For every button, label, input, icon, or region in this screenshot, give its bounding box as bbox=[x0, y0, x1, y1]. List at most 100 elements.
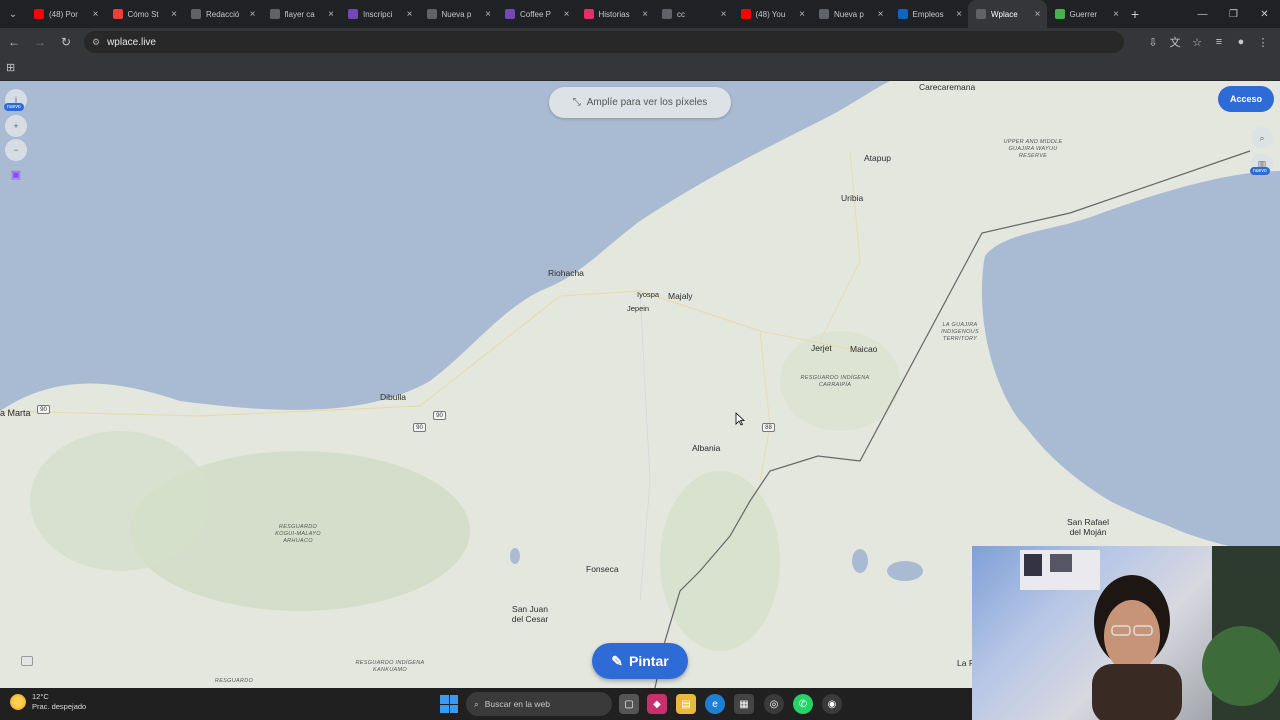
leaderboard-button[interactable]: ▥ nuevo bbox=[1250, 153, 1273, 175]
edge-icon[interactable]: e bbox=[705, 694, 725, 714]
media-control-icon[interactable]: ≡ bbox=[1208, 31, 1230, 53]
browser-toolbar: ← → ↻ ⚙ wplace.live ⇩ 文 ☆ ≡ ● ⋮ bbox=[0, 28, 1280, 56]
close-tab-icon[interactable]: × bbox=[1113, 9, 1119, 20]
close-tab-icon[interactable]: × bbox=[250, 9, 256, 20]
login-button[interactable]: Acceso bbox=[1218, 86, 1274, 112]
windows-start-icon[interactable] bbox=[440, 695, 458, 713]
browser-tab[interactable]: cc × bbox=[654, 0, 733, 28]
close-tab-icon[interactable]: × bbox=[799, 9, 805, 20]
forward-arrow-icon[interactable]: → bbox=[28, 30, 52, 54]
map-label-fonseca: Fonseca bbox=[586, 564, 619, 574]
file-explorer-icon[interactable]: ▤ bbox=[676, 694, 696, 714]
map-label-reserve-territory: LA GUAJIRA INDIGENOUS TERRITORY bbox=[941, 322, 979, 342]
zoom-hint-pill[interactable]: ⤡ Amplíe para ver los píxeles bbox=[549, 87, 731, 118]
tab-title: Historias bbox=[598, 9, 630, 19]
taskbar-search[interactable]: ⌕ Buscar en la web bbox=[466, 692, 612, 716]
left-toolbar: i nuevo + − ▣ bbox=[4, 89, 27, 187]
weather-widget[interactable]: 12°C Prac. despejado bbox=[10, 692, 86, 712]
close-tab-icon[interactable]: × bbox=[485, 9, 491, 20]
translate-icon[interactable]: 文 bbox=[1164, 31, 1186, 53]
search-location-button[interactable]: ⌕ bbox=[1251, 127, 1273, 149]
browser-tab[interactable]: Redacció × bbox=[183, 0, 262, 28]
map-attribution-icon[interactable] bbox=[21, 656, 33, 666]
browser-tab[interactable]: Coffee P × bbox=[497, 0, 576, 28]
twitch-button[interactable]: ▣ bbox=[5, 163, 27, 185]
more-menu-icon[interactable]: ⋮ bbox=[1252, 31, 1274, 53]
browser-tab[interactable]: Wplace × bbox=[968, 0, 1047, 28]
map-label-reserve-carraipia: RESGUARDO INDÍGENA CARRAIPÍA bbox=[800, 375, 870, 388]
forms-icon bbox=[348, 9, 358, 19]
close-tab-icon[interactable]: × bbox=[642, 9, 648, 20]
copilot-icon[interactable]: ◆ bbox=[647, 694, 667, 714]
google-icon bbox=[269, 9, 280, 19]
close-tab-icon[interactable]: × bbox=[93, 9, 99, 20]
map-label-albania: Albania bbox=[692, 443, 721, 453]
reload-icon[interactable]: ↻ bbox=[54, 30, 78, 54]
browser-tab[interactable]: Inscripci × bbox=[340, 0, 419, 28]
install-app-icon[interactable]: ⇩ bbox=[1142, 31, 1164, 53]
webcam-overlay bbox=[972, 546, 1280, 720]
browser-tab[interactable]: Empleos × bbox=[890, 0, 969, 28]
taskbar-search-text: Buscar en la web bbox=[484, 699, 550, 709]
site-info-icon[interactable]: ⚙ bbox=[92, 37, 100, 48]
os-taskbar: 12°C Prac. despejado ⌕ Buscar en la web … bbox=[0, 688, 972, 720]
browser-tab[interactable]: flayer ca × bbox=[262, 0, 341, 28]
close-tab-icon[interactable]: × bbox=[171, 9, 177, 20]
profile-avatar-icon[interactable]: ● bbox=[1230, 31, 1252, 53]
close-window-icon[interactable]: ✕ bbox=[1249, 0, 1280, 28]
paint-button[interactable]: ✎ Pintar bbox=[592, 643, 688, 679]
twitch-icon: ▣ bbox=[10, 168, 22, 181]
browser-tab[interactable]: Guerrer × bbox=[1047, 0, 1126, 28]
tab-search-icon[interactable]: ⌄ bbox=[0, 0, 26, 28]
restore-icon[interactable]: ❐ bbox=[1218, 0, 1249, 28]
browser-tab[interactable]: (48) Por × bbox=[26, 0, 105, 28]
browser-tab[interactable]: Cómo St × bbox=[105, 0, 184, 28]
tab-title: flayer ca bbox=[284, 9, 315, 19]
tab-title: (48) Por bbox=[49, 9, 78, 19]
new-badge: nuevo bbox=[4, 103, 24, 111]
new-tab-button[interactable]: + bbox=[1125, 0, 1145, 28]
info-button[interactable]: i nuevo bbox=[4, 89, 27, 111]
task-view-icon[interactable]: ▢ bbox=[619, 694, 639, 714]
weather-temp: 12°C bbox=[32, 692, 49, 701]
new-badge: nuevo bbox=[1250, 167, 1270, 175]
road-shield: 90 bbox=[433, 411, 446, 420]
gmail-icon bbox=[112, 9, 123, 19]
tab-title: Empleos bbox=[912, 9, 944, 19]
bookmark-star-icon[interactable]: ☆ bbox=[1186, 31, 1208, 53]
globe-icon bbox=[662, 9, 672, 19]
map-label-maicao: Maicao bbox=[850, 344, 878, 354]
weather-sun-icon bbox=[10, 694, 26, 710]
zoom-out-button[interactable]: − bbox=[5, 139, 27, 161]
browser-tab[interactable]: Historias × bbox=[576, 0, 655, 28]
store-icon[interactable]: ▦ bbox=[734, 694, 754, 714]
close-tab-icon[interactable]: × bbox=[721, 9, 727, 20]
tab-title: Coffee P bbox=[520, 9, 551, 19]
browser-tab-strip: ⌄ (48) Por × Cómo St × Redacció × flayer ca × In… bbox=[0, 0, 1280, 28]
zoom-in-button[interactable]: + bbox=[5, 115, 27, 137]
minimize-icon[interactable]: — bbox=[1187, 0, 1218, 28]
browser-tab[interactable]: (48) You × bbox=[733, 0, 812, 28]
minus-icon: − bbox=[13, 145, 19, 155]
close-tab-icon[interactable]: × bbox=[956, 9, 962, 20]
close-tab-icon[interactable]: × bbox=[564, 9, 570, 20]
browser-tab[interactable]: Nueva p × bbox=[811, 0, 890, 28]
map-label-reserve-kankuamo: RESGUARDO INDÍGENA KANKUAMO bbox=[355, 660, 425, 673]
back-arrow-icon[interactable]: ← bbox=[2, 30, 26, 54]
map-label-carecaremana: Carecaremana bbox=[919, 82, 976, 92]
tab-title: cc bbox=[677, 9, 685, 19]
close-tab-icon[interactable]: × bbox=[1035, 9, 1041, 20]
chrome-icon[interactable]: ◎ bbox=[764, 694, 784, 714]
address-bar[interactable]: ⚙ wplace.live bbox=[84, 31, 1124, 53]
chrome-profile-icon[interactable]: ◉ bbox=[822, 694, 842, 714]
close-tab-icon[interactable]: × bbox=[407, 9, 413, 20]
map-label-uribia: Uribia bbox=[841, 193, 864, 203]
close-tab-icon[interactable]: × bbox=[328, 9, 334, 20]
apps-grid-icon[interactable]: ⊞ bbox=[6, 61, 15, 74]
webcam-person-image bbox=[1020, 546, 1280, 720]
browser-tab[interactable]: Nueva p × bbox=[419, 0, 498, 28]
forms-icon bbox=[505, 9, 515, 19]
tab-title: Redacció bbox=[206, 9, 240, 19]
whatsapp-icon[interactable]: ✆ bbox=[793, 694, 813, 714]
close-tab-icon[interactable]: × bbox=[878, 9, 884, 20]
